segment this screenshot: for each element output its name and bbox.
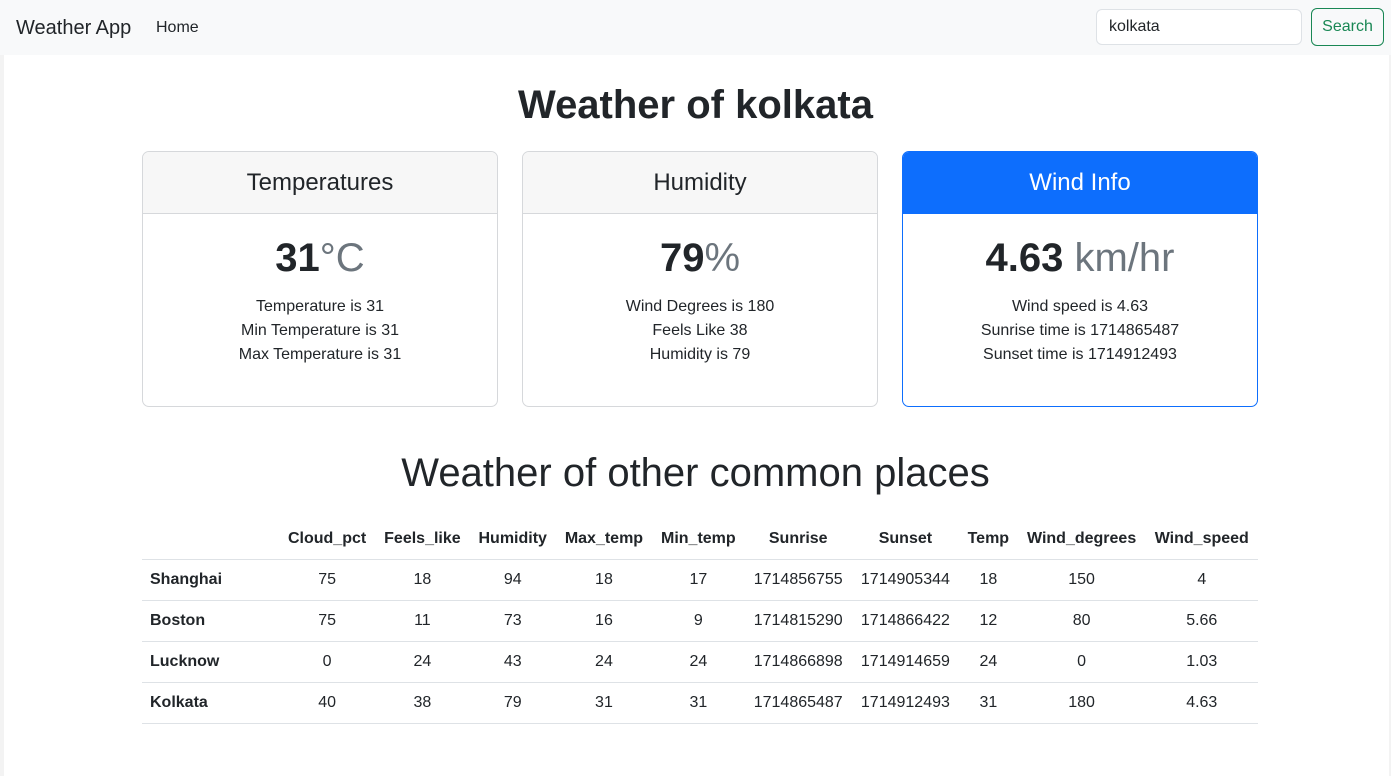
row-city: Lucknow xyxy=(142,641,279,683)
table-cell: 79 xyxy=(469,682,556,724)
column-header: Temp xyxy=(959,518,1018,560)
navbar-brand[interactable]: Weather App xyxy=(16,14,131,42)
table-cell: 16 xyxy=(555,600,653,642)
table-cell: 1714815290 xyxy=(744,600,852,642)
navbar: Weather App Home Search xyxy=(0,0,1391,55)
detail-line: Max Temperature is 31 xyxy=(238,346,402,363)
humidity-card: Humidity 79% Wind Degrees is 180 Feels L… xyxy=(522,151,878,407)
table-cell: 73 xyxy=(469,600,556,642)
detail-line: Temperature is 31 xyxy=(255,298,385,315)
table-row: Boston 75 11 73 16 9 1714815290 17148664… xyxy=(142,600,1258,642)
table-cell: 11 xyxy=(375,600,470,642)
table-cell: 0 xyxy=(1017,641,1146,683)
table-cell: 43 xyxy=(469,641,556,683)
humidity-unit: % xyxy=(704,236,741,280)
table-cell: 150 xyxy=(1017,559,1146,601)
card-details: Wind Degrees is 180 Feels Like 38 Humidi… xyxy=(523,295,877,367)
row-city: Shanghai xyxy=(142,559,279,601)
table-cell: 12 xyxy=(959,600,1018,642)
table-cell: 75 xyxy=(279,559,376,601)
detail-line: Wind Degrees is 180 xyxy=(625,298,775,315)
table-header-row: Cloud_pct Feels_like Humidity Max_temp M… xyxy=(142,518,1258,560)
detail-line: Min Temperature is 31 xyxy=(241,322,399,339)
table-cell: 18 xyxy=(555,559,653,601)
table-cell: 0 xyxy=(279,641,376,683)
nav-home-link[interactable]: Home xyxy=(156,17,199,39)
column-header: Humidity xyxy=(469,518,556,560)
humidity-value: 79 xyxy=(659,236,705,280)
table-cell: 24 xyxy=(555,641,653,683)
table-cell: 1714912493 xyxy=(851,682,959,724)
table-cell: 1714866898 xyxy=(744,641,852,683)
table-cell: 31 xyxy=(555,682,653,724)
card-header: Wind Info xyxy=(903,152,1257,214)
section-title: Weather of other common places xyxy=(401,451,990,495)
wind-info-card: Wind Info 4.63 km/hr Wind speed is 4.63 … xyxy=(902,151,1258,407)
temperature-value: 31 xyxy=(275,236,320,280)
table-cell: 17 xyxy=(652,559,745,601)
table-cell: 1714856755 xyxy=(744,559,852,601)
table-cell: 5.66 xyxy=(1145,600,1258,642)
page-title: Weather of kolkata xyxy=(518,83,873,127)
table-cell: 180 xyxy=(1017,682,1146,724)
table-cell: 40 xyxy=(279,682,376,724)
column-header: Sunrise xyxy=(744,518,852,560)
wind-speed-value: 4.63 xyxy=(985,236,1064,280)
table-cell: 4 xyxy=(1145,559,1258,601)
detail-line: Sunset time is 1714912493 xyxy=(983,346,1177,363)
table-header-corner xyxy=(142,518,279,560)
table-cell: 80 xyxy=(1017,600,1146,642)
wind-speed-unit: km/hr xyxy=(1074,236,1175,280)
detail-line: Feels Like 38 xyxy=(652,322,748,339)
column-header: Wind_speed xyxy=(1145,518,1258,560)
table-cell: 31 xyxy=(959,682,1018,724)
table-cell: 9 xyxy=(652,600,745,642)
temperature-readout: 31°C xyxy=(143,234,497,282)
weather-table: Cloud_pct Feels_like Humidity Max_temp M… xyxy=(142,518,1258,724)
table-cell: 1714866422 xyxy=(851,600,959,642)
row-city: Boston xyxy=(142,600,279,642)
detail-line: Humidity is 79 xyxy=(649,346,751,363)
column-header: Max_temp xyxy=(555,518,653,560)
column-header: Feels_like xyxy=(375,518,470,560)
table-cell: 18 xyxy=(959,559,1018,601)
card-details: Temperature is 31 Min Temperature is 31 … xyxy=(143,295,497,367)
humidity-readout: 79% xyxy=(523,234,877,282)
table-cell: 24 xyxy=(375,641,470,683)
table-cell: 1714914659 xyxy=(851,641,959,683)
table-row: Kolkata 40 38 79 31 31 1714865487 171491… xyxy=(142,682,1258,724)
wind-readout: 4.63 km/hr xyxy=(903,234,1257,282)
detail-line: Sunrise time is 1714865487 xyxy=(980,322,1180,339)
card-details: Wind speed is 4.63 Sunrise time is 17148… xyxy=(903,295,1257,367)
table-row: Lucknow 0 24 43 24 24 1714866898 1714914… xyxy=(142,641,1258,683)
table-cell: 75 xyxy=(279,600,376,642)
card-header: Temperatures xyxy=(143,152,497,214)
table-row: Shanghai 75 18 94 18 17 1714856755 17149… xyxy=(142,559,1258,601)
column-header: Cloud_pct xyxy=(279,518,376,560)
temperature-unit: °C xyxy=(319,236,365,280)
table-cell: 1714865487 xyxy=(744,682,852,724)
table-cell: 1714905344 xyxy=(851,559,959,601)
table-cell: 94 xyxy=(469,559,556,601)
detail-line: Wind speed is 4.63 xyxy=(1011,298,1149,315)
column-header: Min_temp xyxy=(652,518,745,560)
table-cell: 38 xyxy=(375,682,470,724)
column-header: Sunset xyxy=(851,518,959,560)
row-city: Kolkata xyxy=(142,682,279,724)
column-header: Wind_degrees xyxy=(1017,518,1146,560)
table-cell: 31 xyxy=(652,682,745,724)
table-cell: 24 xyxy=(652,641,745,683)
search-input[interactable] xyxy=(1096,9,1302,45)
table-cell: 24 xyxy=(959,641,1018,683)
table-cell: 1.03 xyxy=(1145,641,1258,683)
search-button[interactable]: Search xyxy=(1311,8,1384,46)
card-header: Humidity xyxy=(523,152,877,214)
table-cell: 18 xyxy=(375,559,470,601)
temperatures-card: Temperatures 31°C Temperature is 31 Min … xyxy=(142,151,498,407)
table-cell: 4.63 xyxy=(1145,682,1258,724)
